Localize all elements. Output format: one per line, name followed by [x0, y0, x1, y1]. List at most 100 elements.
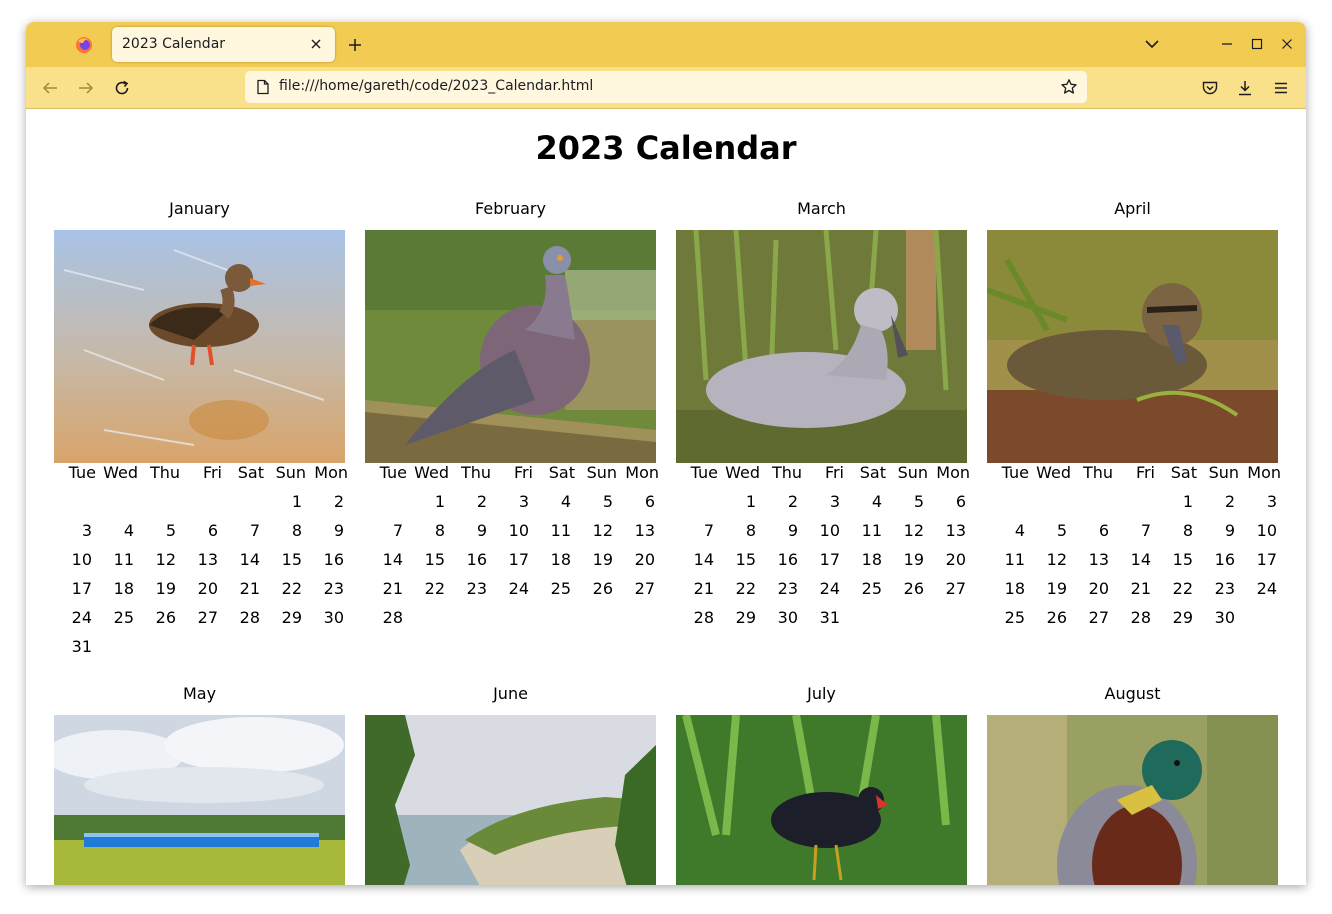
- day-cell: 2: [333, 492, 344, 511]
- month-january: January: [54, 199, 345, 463]
- day-cell: 17: [508, 550, 529, 569]
- page-content: 2023 Calendar January February March Apr…: [26, 109, 1306, 885]
- day-cell: 8: [291, 521, 302, 540]
- weekday-header: Tue: [1001, 463, 1029, 482]
- day-cell: 5: [165, 521, 176, 540]
- day-cell: 14: [1130, 550, 1151, 569]
- weekday-header: Mon: [314, 463, 348, 482]
- firefox-icon: [74, 35, 94, 55]
- month-name: August: [1104, 684, 1161, 703]
- day-cell: 3: [81, 521, 92, 540]
- day-cell: 6: [1098, 521, 1109, 540]
- weekday-header: Thu: [1082, 463, 1113, 482]
- day-cell: 23: [777, 579, 798, 598]
- tab-active[interactable]: 2023 Calendar: [112, 27, 335, 62]
- photo-blue-train-in-countryside: [54, 715, 345, 885]
- weekday-header: Tue: [68, 463, 96, 482]
- day-cell: 25: [550, 579, 571, 598]
- chevron-down-icon[interactable]: [1142, 34, 1162, 54]
- weekday-header: Fri: [202, 463, 222, 482]
- day-cell: 24: [508, 579, 529, 598]
- weekday-header: Mon: [936, 463, 970, 482]
- day-cell: 12: [1046, 550, 1067, 569]
- day-cell: 16: [466, 550, 487, 569]
- day-cell: 2: [1224, 492, 1235, 511]
- weekday-header: Fri: [513, 463, 533, 482]
- month-april: April: [987, 199, 1278, 463]
- photo-mallard-drake-portrait: [987, 715, 1278, 885]
- menu-icon[interactable]: [1269, 76, 1293, 100]
- day-cell: 25: [1004, 608, 1025, 627]
- weekday-header: Mon: [1247, 463, 1281, 482]
- day-cell: 23: [1214, 579, 1235, 598]
- pocket-icon[interactable]: [1198, 76, 1222, 100]
- day-cell: 22: [424, 579, 445, 598]
- day-cell: 12: [592, 521, 613, 540]
- day-cell: 17: [819, 550, 840, 569]
- url-text: file:///home/gareth/code/2023_Calendar.h…: [279, 78, 594, 94]
- day-cell: 10: [71, 550, 92, 569]
- day-cell: 22: [281, 579, 302, 598]
- forward-arrow-icon[interactable]: [74, 76, 98, 100]
- day-cell: 20: [634, 550, 655, 569]
- back-arrow-icon[interactable]: [38, 76, 62, 100]
- day-cell: 28: [693, 608, 714, 627]
- star-icon[interactable]: [1059, 77, 1079, 97]
- day-cell: 19: [592, 550, 613, 569]
- day-cell: 9: [333, 521, 344, 540]
- day-cell: 26: [903, 579, 924, 598]
- reload-icon[interactable]: [110, 76, 134, 100]
- day-cell: 26: [155, 608, 176, 627]
- day-cell: 21: [382, 579, 403, 598]
- photo-moorhen-in-reeds: [676, 715, 967, 885]
- month-name: May: [182, 684, 217, 703]
- download-icon[interactable]: [1233, 76, 1257, 100]
- day-cell: 6: [207, 521, 218, 540]
- day-cell: 7: [1140, 521, 1151, 540]
- photo-wood-pigeon-on-fence: [365, 230, 656, 463]
- day-cell: 18: [861, 550, 882, 569]
- day-cell: 13: [197, 550, 218, 569]
- day-cell: 18: [550, 550, 571, 569]
- day-cell: 30: [777, 608, 798, 627]
- day-cell: 24: [819, 579, 840, 598]
- day-cell: 17: [71, 579, 92, 598]
- weekday-header: Tue: [379, 463, 407, 482]
- day-cell: 27: [634, 579, 655, 598]
- day-cell: 29: [281, 608, 302, 627]
- day-cell: 16: [323, 550, 344, 569]
- day-cell: 1: [745, 492, 756, 511]
- weekday-header: Sat: [859, 463, 886, 482]
- window-close-icon[interactable]: [1277, 34, 1297, 54]
- day-cell: 4: [871, 492, 882, 511]
- weekday-header: Sun: [1208, 463, 1239, 482]
- day-cell: 5: [1056, 521, 1067, 540]
- weekday-header: Thu: [771, 463, 802, 482]
- tab-title: 2023 Calendar: [122, 36, 226, 52]
- day-cell: 13: [1088, 550, 1109, 569]
- day-cell: 22: [1172, 579, 1193, 598]
- url-bar[interactable]: file:///home/gareth/code/2023_Calendar.h…: [245, 71, 1087, 103]
- day-cell: 24: [1256, 579, 1277, 598]
- day-cell: 23: [323, 579, 344, 598]
- weekday-header: Mon: [625, 463, 659, 482]
- day-cell: 4: [560, 492, 571, 511]
- minimize-icon[interactable]: [1217, 34, 1237, 54]
- day-cell: 10: [508, 521, 529, 540]
- day-cell: 26: [592, 579, 613, 598]
- tab-bar: 2023 Calendar: [26, 22, 1306, 67]
- day-cell: 21: [1130, 579, 1151, 598]
- day-cell: 9: [787, 521, 798, 540]
- plus-icon[interactable]: [344, 34, 366, 56]
- weekday-header: Wed: [103, 463, 138, 482]
- day-cell: 6: [955, 492, 966, 511]
- day-cell: 29: [1172, 608, 1193, 627]
- day-cell: 28: [382, 608, 403, 627]
- month-june: June: [365, 684, 656, 885]
- close-icon[interactable]: [305, 33, 327, 55]
- day-cell: 22: [735, 579, 756, 598]
- day-cell: 30: [323, 608, 344, 627]
- day-cell: 19: [155, 579, 176, 598]
- day-cell: 1: [434, 492, 445, 511]
- maximize-icon[interactable]: [1247, 34, 1267, 54]
